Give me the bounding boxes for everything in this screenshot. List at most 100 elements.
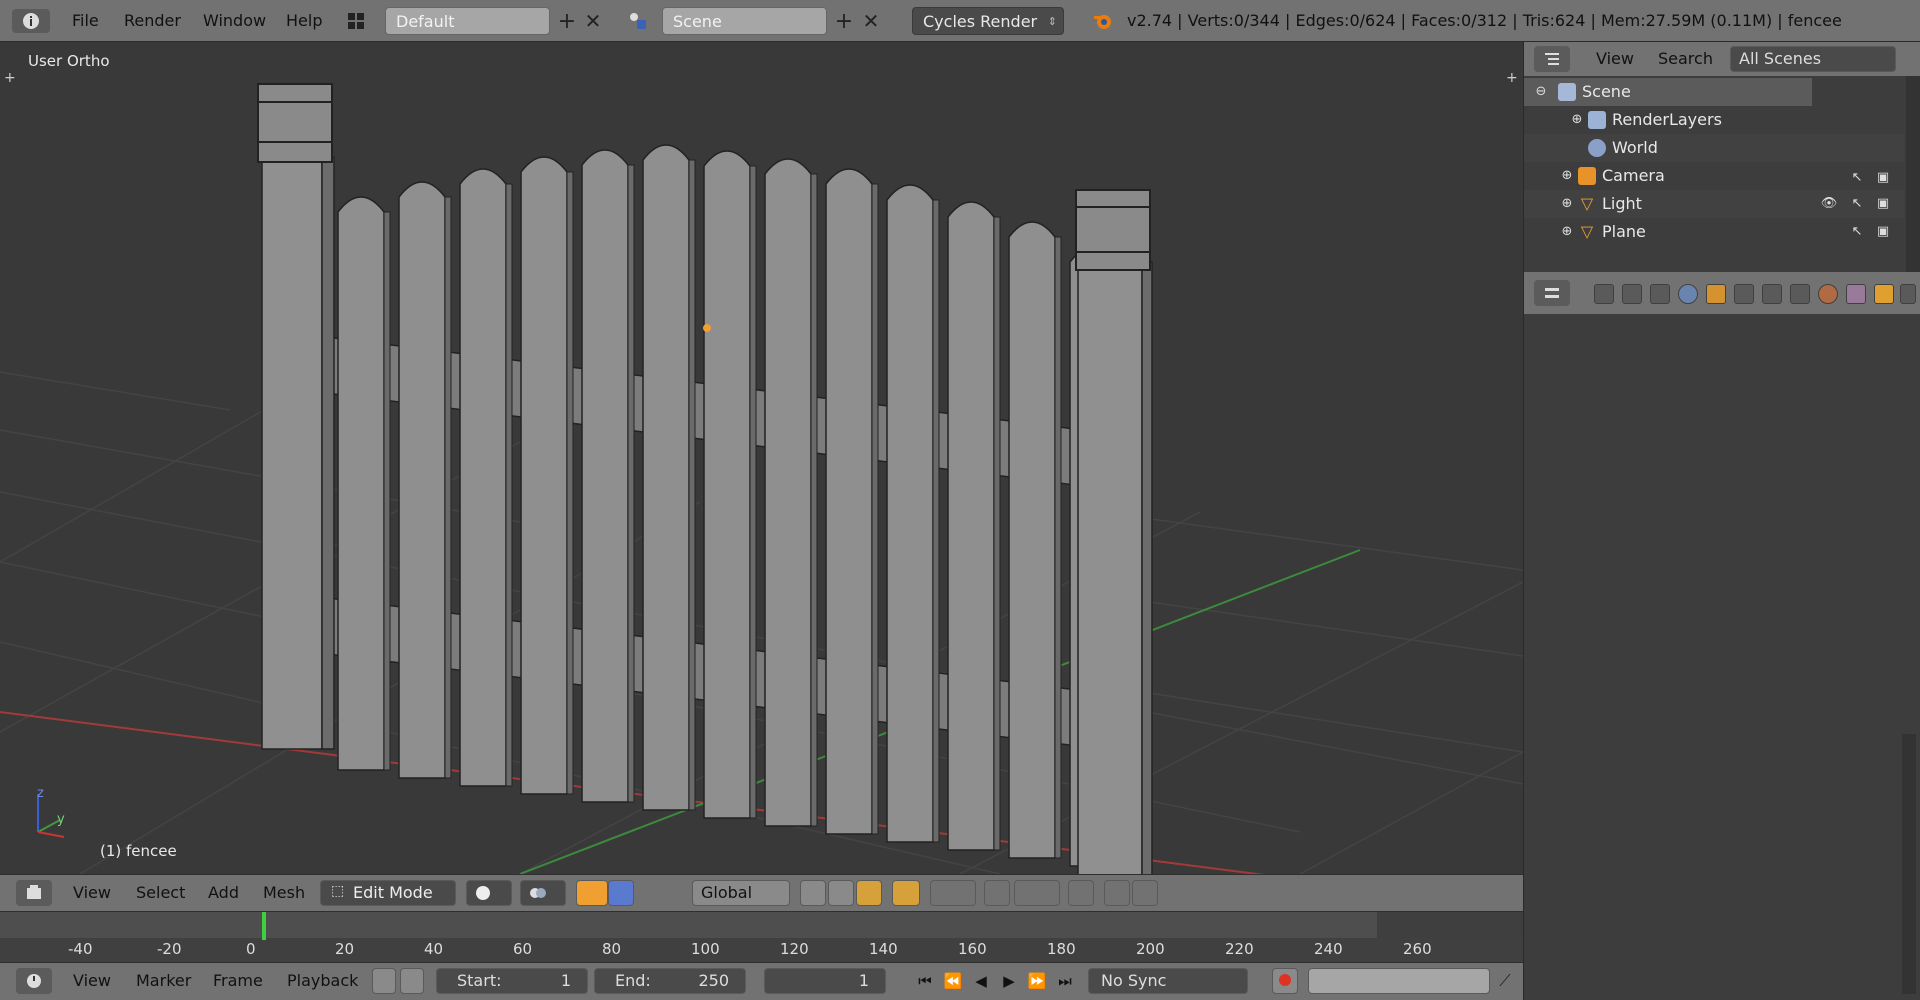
occlude-geometry-icon[interactable] [892, 880, 920, 906]
lock-icon[interactable] [400, 968, 424, 994]
play-icon[interactable]: ▶ [996, 969, 1022, 993]
outliner-item-world[interactable]: World [1524, 134, 1904, 162]
auto-keying-record-button[interactable] [1272, 968, 1298, 994]
layout-name-field[interactable]: Default [385, 7, 550, 35]
menu-playback[interactable]: Playback [287, 963, 358, 999]
renderable-camera-icon[interactable]: ▣ [1874, 194, 1892, 212]
selectable-cursor-icon[interactable]: ↖ [1848, 194, 1866, 212]
selectable-cursor-icon[interactable]: ↖ [1848, 222, 1866, 240]
outliner-scrollbar[interactable] [1906, 76, 1920, 272]
menu-mesh[interactable]: Mesh [263, 875, 305, 911]
editor-type-outliner-icon[interactable] [1534, 46, 1570, 72]
area-corner-plus-left[interactable]: + [4, 70, 16, 86]
transform-orientation-select[interactable]: Global [692, 880, 790, 906]
add-scene-icon[interactable]: + [833, 9, 855, 34]
jump-keyframe-back-icon[interactable]: ⏪ [940, 969, 966, 993]
render-tab-icon[interactable] [1594, 284, 1614, 304]
active-keying-set-field[interactable] [1308, 968, 1490, 994]
editor-type-properties-icon[interactable] [1534, 280, 1570, 306]
material-tab-icon[interactable] [1818, 284, 1838, 304]
world-tab-icon[interactable] [1678, 284, 1698, 304]
mode-select[interactable]: ⬚ Edit Mode [320, 880, 456, 906]
properties-scrollbar[interactable] [1902, 734, 1916, 994]
add-layout-icon[interactable]: + [556, 9, 578, 34]
render-layers-tab-icon[interactable] [1622, 284, 1642, 304]
rotate-manipulator-icon[interactable] [638, 880, 664, 906]
render-animation-icon[interactable] [1132, 880, 1158, 906]
snap-toggle-icon[interactable] [984, 880, 1010, 906]
outliner-item-scene[interactable]: ⊖ Scene [1524, 78, 1812, 106]
edge-select-icon[interactable] [828, 880, 854, 906]
proportional-editing-select[interactable] [930, 880, 976, 906]
outliner-item-light[interactable]: ⊕ ▽ Light [1524, 190, 1904, 218]
menu-marker[interactable]: Marker [136, 963, 191, 999]
manipulator-toggle[interactable] [576, 880, 608, 906]
menu-view[interactable]: View [73, 875, 111, 911]
auto-merge-icon[interactable] [1068, 880, 1094, 906]
expand-icon[interactable]: ⊕ [1558, 195, 1576, 213]
menu-render[interactable]: Render [124, 0, 181, 42]
collapse-icon[interactable]: ⊖ [1532, 83, 1550, 101]
face-select-icon[interactable] [856, 880, 882, 906]
render-engine-select[interactable]: Cycles Render ⇕ [912, 7, 1064, 35]
vertex-select-icon[interactable] [800, 880, 826, 906]
translate-manipulator-icon[interactable] [608, 880, 634, 906]
expand-icon[interactable]: ⊕ [1568, 111, 1586, 129]
selectable-cursor-icon[interactable]: ↖ [1848, 168, 1866, 186]
outliner-item-renderlayers[interactable]: ⊕ RenderLayers [1524, 106, 1904, 134]
menu-frame[interactable]: Frame [213, 963, 263, 999]
expand-icon[interactable]: ⊕ [1558, 167, 1576, 185]
visibility-eye-icon[interactable]: 👁 [1820, 194, 1838, 212]
jump-keyframe-forward-icon[interactable]: ⏩ [1024, 969, 1050, 993]
timeline-area[interactable]: -40 -20 0 20 40 60 80 100 120 140 160 180 200 220 240 2… [0, 912, 1523, 962]
jump-end-icon[interactable]: ⏭ [1052, 969, 1078, 993]
physics-tab-icon[interactable] [1900, 284, 1916, 304]
menu-view[interactable]: View [73, 963, 111, 999]
renderable-camera-icon[interactable]: ▣ [1874, 168, 1892, 186]
area-corner-plus-right[interactable]: + [1506, 70, 1518, 86]
screen-layout-icon[interactable] [340, 9, 372, 33]
renderable-camera-icon[interactable]: ▣ [1874, 222, 1892, 240]
editor-type-timeline-icon[interactable] [16, 968, 52, 994]
jump-start-icon[interactable]: ⏮ [912, 969, 938, 993]
outliner-tree[interactable]: ⊖ Scene ⊕ RenderLayers World ⊕ Camera ⊕ … [1523, 76, 1920, 272]
display-mode-select[interactable]: All Scenes [1730, 46, 1896, 72]
outliner-menu-view[interactable]: View [1596, 42, 1634, 76]
texture-tab-icon[interactable] [1846, 284, 1866, 304]
start-frame-field[interactable]: Start: 1 [436, 968, 588, 994]
modifiers-tab-icon[interactable] [1762, 284, 1782, 304]
editor-type-3dview-icon[interactable] [16, 880, 52, 906]
editor-type-info-icon[interactable] [12, 9, 50, 33]
keying-set-icon[interactable] [372, 968, 396, 994]
menu-window[interactable]: Window [203, 0, 266, 42]
viewport-shading-select[interactable] [466, 880, 512, 906]
object-tab-icon[interactable] [1706, 284, 1726, 304]
menu-add[interactable]: Add [208, 875, 239, 911]
menu-file[interactable]: File [72, 0, 99, 42]
3d-viewport[interactable]: + + User Ortho z y (1) fencee [0, 42, 1523, 874]
outliner-menu-search[interactable]: Search [1658, 42, 1713, 76]
keyframe-insert-icon[interactable]: ⟋ [1494, 969, 1516, 993]
outliner-item-plane[interactable]: ⊕ ▽ Plane [1524, 218, 1904, 246]
remove-scene-icon[interactable]: ✕ [860, 9, 882, 33]
scene-tab-icon[interactable] [1650, 284, 1670, 304]
current-frame-marker[interactable] [262, 912, 266, 940]
constraints-tab-icon[interactable] [1734, 284, 1754, 304]
menu-select[interactable]: Select [136, 875, 185, 911]
scene-browse-icon[interactable] [622, 9, 654, 33]
outliner-item-camera[interactable]: ⊕ Camera [1524, 162, 1904, 190]
menu-help[interactable]: Help [286, 0, 322, 42]
current-frame-field[interactable]: 1 [764, 968, 886, 994]
sync-mode-select[interactable]: No Sync [1088, 968, 1248, 994]
render-preview-icon[interactable] [1104, 880, 1130, 906]
data-tab-icon[interactable] [1790, 284, 1810, 304]
remove-layout-icon[interactable]: ✕ [582, 9, 604, 33]
properties-panel[interactable] [1523, 314, 1920, 1000]
end-frame-field[interactable]: End: 250 [594, 968, 746, 994]
play-reverse-icon[interactable]: ◀ [968, 969, 994, 993]
scale-manipulator-icon[interactable] [664, 880, 690, 906]
expand-icon[interactable]: ⊕ [1558, 223, 1576, 241]
particles-tab-icon[interactable] [1874, 284, 1894, 304]
viewport-canvas[interactable]: + + [0, 42, 1523, 874]
pivot-point-select[interactable] [520, 880, 566, 906]
